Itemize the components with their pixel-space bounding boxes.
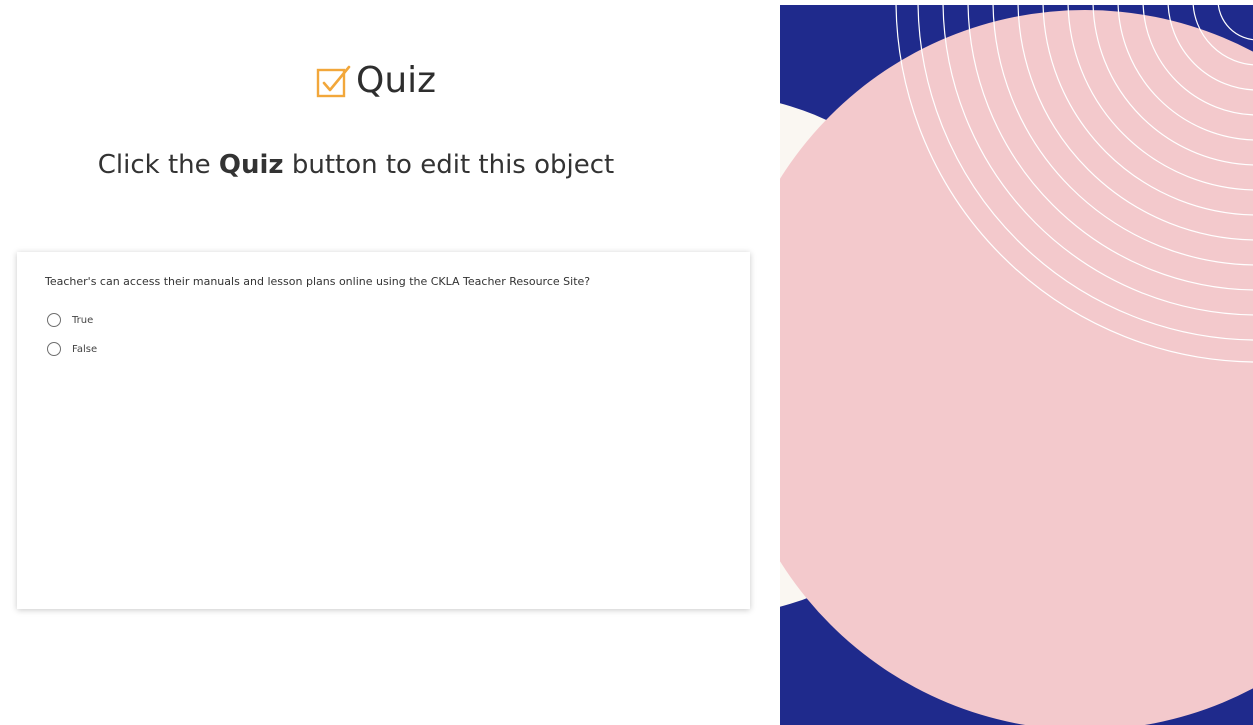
decorative-shapes (780, 5, 1253, 725)
edit-instruction: Click the Quiz button to edit this objec… (0, 145, 712, 185)
quiz-logo: Quiz (316, 58, 436, 104)
radio-button-true[interactable] (47, 313, 61, 327)
option-false[interactable]: False (47, 342, 97, 356)
question-text: Teacher's can access their manuals and l… (45, 275, 591, 288)
radio-button-false[interactable] (47, 342, 61, 356)
decorative-artwork (780, 5, 1253, 725)
slide-canvas: Quiz Click the Quiz button to edit this … (0, 0, 1253, 725)
option-true[interactable]: True (47, 313, 93, 327)
option-label-true: True (72, 314, 94, 326)
instruction-suffix: button to edit this object (283, 150, 615, 180)
quiz-logo-text: Quiz (356, 60, 437, 101)
instruction-bold: Quiz (218, 150, 284, 180)
slide-header: Quiz Click the Quiz button to edit this … (0, 0, 780, 240)
checkbox-check-icon (316, 64, 352, 98)
instruction-prefix: Click the (97, 150, 219, 180)
option-label-false: False (72, 343, 98, 355)
quiz-card: Teacher's can access their manuals and l… (17, 252, 750, 609)
